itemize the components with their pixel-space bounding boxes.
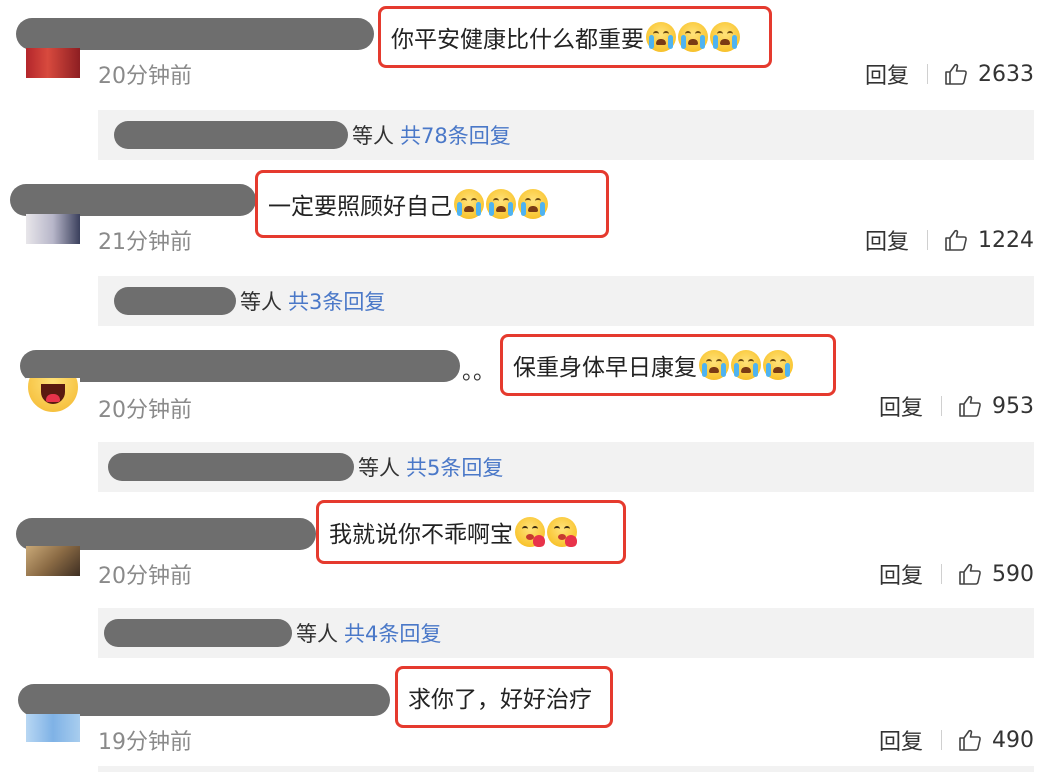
replies-suffix: 等人 — [352, 124, 394, 148]
timestamp: 19分钟前 — [98, 730, 192, 755]
comment-text-highlight: 你平安健康比什么都重要 — [378, 6, 772, 68]
comment-text-highlight: 一定要照顾好自己 — [255, 170, 609, 238]
replier-names-redacted — [114, 121, 348, 149]
crying-face-icon — [646, 22, 676, 52]
like-count[interactable]: 953 — [992, 394, 1034, 419]
comment-text: 保重身体早日康复 — [513, 355, 697, 381]
view-replies-link[interactable]: 共78条回复 — [400, 120, 511, 150]
replies-preview[interactable]: 等人 共5条回复 — [98, 442, 1034, 492]
crying-face-icon — [678, 22, 708, 52]
view-replies-link[interactable]: 共5条回复 — [406, 452, 503, 482]
like-count[interactable]: 1224 — [978, 228, 1034, 253]
like-count[interactable]: 2633 — [978, 62, 1034, 87]
comment-actions: 回复 1224 — [865, 224, 1034, 256]
laughing-face-icon — [28, 378, 78, 412]
replies-preview[interactable]: 等人 共78条回复 — [98, 110, 1034, 160]
view-replies-link[interactable]: 共4条回复 — [344, 618, 441, 648]
comment-text-highlight: 求你了，好好治疗 — [395, 666, 613, 728]
timestamp: 20分钟前 — [98, 398, 192, 423]
reply-button[interactable]: 回复 — [879, 390, 923, 422]
comment-text: 一定要照顾好自己 — [268, 194, 452, 220]
like-thumb-icon[interactable] — [958, 395, 982, 417]
avatar[interactable] — [26, 714, 80, 742]
reply-button[interactable]: 回复 — [879, 558, 923, 590]
replies-suffix: 等人 — [358, 456, 400, 480]
replies-preview[interactable]: 等人 共4条回复 — [98, 608, 1034, 658]
replier-names-redacted — [114, 287, 236, 315]
comment-text: 我就说你不乖啊宝 — [329, 522, 513, 548]
timestamp: 20分钟前 — [98, 64, 192, 89]
comment-actions: 回复 2633 — [865, 58, 1034, 90]
crying-face-icon — [486, 189, 516, 219]
like-thumb-icon[interactable] — [958, 729, 982, 751]
comment-item: 你平安健康比什么都重要 20分钟前 回复 2633 等人 共78条回复 — [0, 0, 1062, 166]
username-redacted[interactable] — [20, 350, 460, 382]
crying-face-icon — [699, 350, 729, 380]
timestamp: 21分钟前 — [98, 230, 192, 255]
comment-prefix: 。。 — [462, 360, 496, 385]
comment-text-highlight: 我就说你不乖啊宝 — [316, 500, 626, 564]
timestamp: 20分钟前 — [98, 564, 192, 589]
crying-face-icon — [710, 22, 740, 52]
avatar[interactable] — [26, 48, 80, 78]
comment-actions: 回复 590 — [879, 558, 1034, 590]
replies-suffix: 等人 — [296, 622, 338, 646]
comment-actions: 回复 490 — [879, 724, 1034, 756]
reply-button[interactable]: 回复 — [865, 58, 909, 90]
like-thumb-icon[interactable] — [958, 563, 982, 585]
avatar[interactable] — [26, 546, 80, 576]
comment-item: 一定要照顾好自己 21分钟前 回复 1224 等人 共3条回复 — [0, 166, 1062, 332]
view-replies-link[interactable]: 共3条回复 — [288, 286, 385, 316]
avatar[interactable] — [26, 378, 80, 412]
divider — [941, 396, 942, 416]
replier-names-redacted — [104, 619, 292, 647]
like-thumb-icon[interactable] — [944, 229, 968, 251]
divider — [941, 564, 942, 584]
kiss-face-icon — [515, 517, 545, 547]
comment-actions: 回复 953 — [879, 390, 1034, 422]
like-count[interactable]: 490 — [992, 728, 1034, 753]
crying-face-icon — [518, 189, 548, 219]
comment-text: 你平安健康比什么都重要 — [391, 27, 644, 53]
divider — [927, 64, 928, 84]
username-redacted[interactable] — [18, 684, 390, 716]
crying-face-icon — [454, 189, 484, 219]
divider — [927, 230, 928, 250]
replier-names-redacted — [108, 453, 354, 481]
kiss-face-icon — [547, 517, 577, 547]
replies-preview[interactable]: 等人 共3条回复 — [98, 276, 1034, 326]
avatar[interactable] — [26, 214, 80, 244]
divider — [941, 730, 942, 750]
comment-text: 求你了，好好治疗 — [408, 687, 592, 713]
comment-text-highlight: 保重身体早日康复 — [500, 334, 836, 396]
comment-item: 。。 保重身体早日康复 20分钟前 回复 953 等人 共5条回复 — [0, 332, 1062, 498]
comment-item: 我就说你不乖啊宝 20分钟前 回复 590 等人 共4条回复 — [0, 498, 1062, 664]
reply-button[interactable]: 回复 — [865, 224, 909, 256]
crying-face-icon — [731, 350, 761, 380]
replies-suffix: 等人 — [240, 290, 282, 314]
like-count[interactable]: 590 — [992, 562, 1034, 587]
next-item-edge — [98, 766, 1034, 772]
username-redacted[interactable] — [10, 184, 256, 216]
username-redacted[interactable] — [16, 18, 374, 50]
like-thumb-icon[interactable] — [944, 63, 968, 85]
reply-button[interactable]: 回复 — [879, 724, 923, 756]
comment-item: 求你了，好好治疗 19分钟前 回复 490 — [0, 664, 1062, 772]
crying-face-icon — [763, 350, 793, 380]
